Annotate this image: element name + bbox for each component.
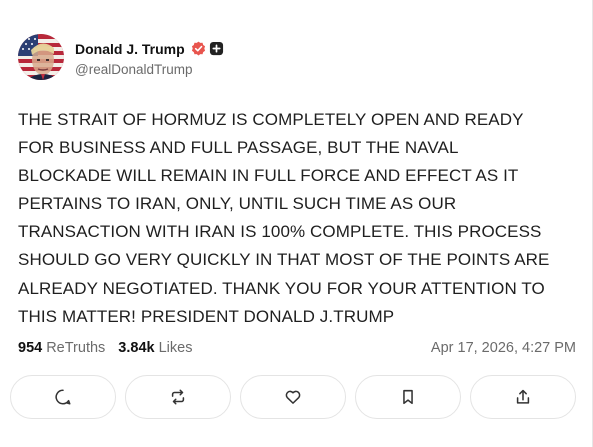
- post-header: Donald J. Trump @realDonaldTrump: [18, 34, 224, 80]
- post-line: BLOCKADE WILL REMAIN IN FULL FORCE AND E…: [18, 166, 519, 186]
- post-line: THE STRAIT OF HORMUZ IS COMPLETELY OPEN …: [18, 110, 524, 129]
- share-button[interactable]: [470, 375, 576, 419]
- retruth-button[interactable]: [125, 375, 231, 419]
- post-line: TRANSACTION WITH IRAN IS 100% COMPLETE. …: [18, 222, 542, 242]
- bookmark-icon: [403, 389, 413, 405]
- bookmark-button[interactable]: [355, 375, 461, 419]
- post-line: ALREADY NEGOTIATED. THANK YOU FOR YOUR A…: [18, 278, 545, 298]
- follow-plus-icon[interactable]: [209, 41, 224, 56]
- retruth-icon: [171, 389, 185, 405]
- display-name[interactable]: Donald J. Trump: [75, 41, 185, 57]
- post-card: Donald J. Trump @realDonaldTrump THE STR…: [0, 0, 593, 447]
- retruths-label: ReTruths: [46, 340, 106, 356]
- like-button[interactable]: [240, 375, 346, 419]
- post-line: FOR BUSINESS AND FULL PASSAGE, BUT THE N…: [18, 138, 459, 158]
- retruths-stat[interactable]: 954 ReTruths: [18, 340, 105, 356]
- share-icon: [516, 389, 530, 404]
- verified-badge-icon: [191, 41, 205, 56]
- avatar-flag-portrait-image: [18, 34, 64, 80]
- name-row: Donald J. Trump: [75, 38, 224, 60]
- likes-count: 3.84k: [118, 340, 155, 356]
- author-identity: Donald J. Trump @realDonaldTrump: [75, 38, 224, 77]
- like-icon: [285, 390, 301, 404]
- reply-button[interactable]: [10, 375, 116, 419]
- retruths-count: 954: [18, 340, 43, 356]
- action-bar: [10, 375, 576, 419]
- post-timestamp[interactable]: Apr 17, 2026, 4:27 PM: [431, 340, 576, 356]
- post-body: THE STRAIT OF HORMUZ IS COMPLETELY OPEN …: [18, 106, 584, 331]
- likes-stat[interactable]: 3.84k Likes: [118, 340, 192, 356]
- post-line: PERTAINS TO IRAN, ONLY, UNTIL SUCH TIME …: [18, 194, 457, 214]
- reply-icon: [55, 389, 71, 405]
- post-line: THIS MATTER! PRESIDENT DONALD J.TRUMP: [18, 306, 395, 326]
- avatar[interactable]: [18, 34, 64, 80]
- post-line: SHOULD GO VERY QUICKLY IN THAT MOST OF T…: [18, 250, 550, 270]
- handle[interactable]: @realDonaldTrump: [75, 62, 224, 77]
- post-stats: 954 ReTruths 3.84k Likes Apr 17, 2026, 4:2…: [18, 340, 576, 356]
- likes-label: Likes: [158, 340, 193, 356]
